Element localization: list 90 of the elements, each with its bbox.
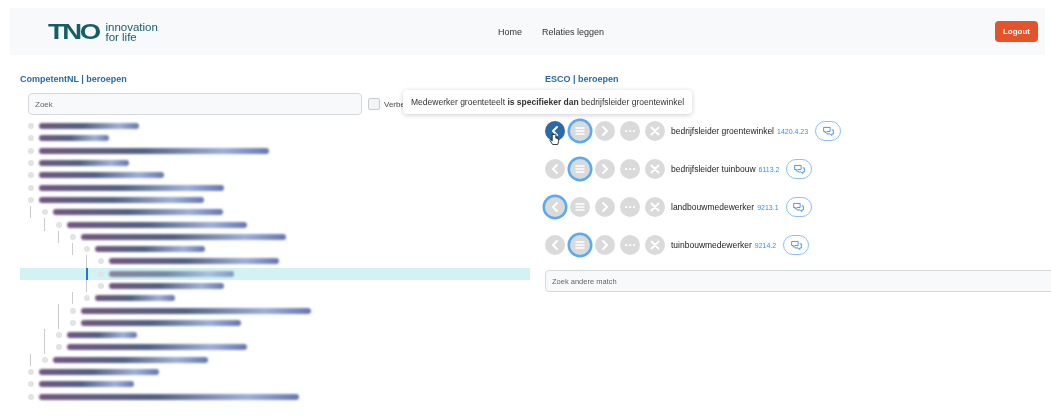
- logo-mark: TNO: [48, 18, 99, 45]
- nav-link[interactable]: Relaties leggen: [542, 26, 605, 37]
- match-name: tuinbouwmedewerker: [671, 240, 752, 250]
- tree-bullet-icon[interactable]: [98, 258, 104, 265]
- blurred-tree-item[interactable]: [39, 123, 139, 130]
- tree-bullet-icon[interactable]: [84, 295, 90, 302]
- more-button[interactable]: [620, 159, 640, 179]
- hand-cursor-icon: [549, 133, 560, 146]
- tree-bullet-icon[interactable]: [70, 307, 76, 314]
- panel-title: CompetentNL | beroepen: [20, 74, 128, 86]
- none-button[interactable]: [645, 197, 665, 217]
- dots-icon: [624, 167, 636, 171]
- blurred-tree-item[interactable]: [95, 295, 175, 302]
- blurred-tree-item[interactable]: [81, 307, 311, 314]
- blurred-tree-item[interactable]: [39, 147, 269, 154]
- blurred-tree-item[interactable]: [53, 209, 223, 216]
- blurred-tree-item[interactable]: [67, 332, 137, 339]
- panel-title: ESCO | beroepen: [545, 74, 620, 86]
- match-name: bedrijfsleider tuinbouw: [671, 164, 756, 174]
- chat-icon: [792, 162, 806, 176]
- blurred-tree-item[interactable]: [39, 369, 159, 376]
- tree-bullet-icon[interactable]: [56, 221, 62, 228]
- blurred-tree-item[interactable]: [39, 160, 129, 167]
- equal-button[interactable]: [570, 159, 590, 179]
- comment-button[interactable]: [783, 235, 810, 255]
- dots-icon: [624, 129, 636, 133]
- blurred-tree-item[interactable]: [109, 258, 279, 265]
- blurred-tree-item[interactable]: [39, 196, 204, 203]
- logo-tagline: innovation: [105, 21, 158, 32]
- none-button[interactable]: [645, 235, 665, 255]
- none-button[interactable]: [645, 159, 665, 179]
- blurred-tree-item[interactable]: [39, 184, 224, 191]
- blurred-tree-item[interactable]: [81, 233, 286, 240]
- chat-icon: [789, 238, 803, 252]
- blurred-tree-item[interactable]: [39, 135, 109, 142]
- next-button[interactable]: [595, 197, 615, 217]
- blurred-tree-item[interactable]: [67, 344, 247, 351]
- blurred-tree-item[interactable]: [81, 319, 241, 326]
- logo-tagline: for life: [105, 31, 137, 42]
- more-button[interactable]: [620, 235, 640, 255]
- chat-icon: [821, 124, 835, 138]
- none-button[interactable]: [645, 121, 665, 141]
- tooltip: Medewerker groenteteelt is specifieker dan bedrijfsleider groentewinkel: [403, 90, 693, 114]
- chat-icon: [792, 200, 806, 214]
- tree-bullet-icon[interactable]: [28, 393, 34, 400]
- equal-button[interactable]: [570, 121, 590, 141]
- tree-bullet-icon[interactable]: [28, 196, 34, 203]
- tree-bullet-icon[interactable]: [28, 184, 34, 191]
- blurred-tree-item[interactable]: [39, 381, 134, 388]
- tree-bullet-icon[interactable]: [56, 332, 62, 339]
- tree-bullet-icon[interactable]: [42, 356, 48, 363]
- checkbox[interactable]: [368, 98, 380, 110]
- blurred-tree-item[interactable]: [39, 393, 299, 400]
- blurred-tree-item[interactable]: [53, 356, 208, 363]
- next-button[interactable]: [595, 235, 615, 255]
- tree-bullet-icon[interactable]: [98, 283, 104, 289]
- tree-bullet-icon[interactable]: [70, 233, 76, 240]
- comment-button[interactable]: [785, 197, 812, 217]
- next-button[interactable]: [595, 121, 615, 141]
- dots-icon: [624, 205, 636, 209]
- blurred-tree-item[interactable]: [67, 221, 247, 228]
- comment-button[interactable]: [786, 159, 813, 179]
- equal-button[interactable]: [570, 235, 590, 255]
- tree-bullet-icon[interactable]: [28, 147, 34, 154]
- tree-bullet-icon[interactable]: [70, 319, 76, 326]
- search-field[interactable]: Zoek: [28, 93, 362, 115]
- more-button[interactable]: [620, 197, 640, 217]
- more-button[interactable]: [620, 121, 640, 141]
- blurred-tree-item[interactable]: [109, 270, 234, 277]
- comment-button[interactable]: [815, 121, 842, 141]
- tree-bullet-icon[interactable]: [42, 209, 48, 216]
- logout-button[interactable]: Logout: [994, 21, 1038, 42]
- tree-bullet-icon[interactable]: [84, 246, 90, 253]
- match-name: landbouwmedewerker: [671, 202, 755, 212]
- tree-bullet-icon[interactable]: [56, 344, 62, 351]
- prev-button[interactable]: [545, 121, 565, 141]
- blurred-tree-item[interactable]: [39, 172, 164, 179]
- tree-bullet-icon[interactable]: [28, 160, 34, 167]
- tree-bullet-icon[interactable]: [28, 172, 34, 179]
- tree-bullet-icon[interactable]: [28, 381, 34, 388]
- equal-button[interactable]: [570, 197, 590, 217]
- tree-bullet-icon[interactable]: [28, 369, 34, 376]
- match-name: bedrijfsleider groentewinkel: [671, 126, 774, 136]
- blurred-tree-item[interactable]: [95, 246, 205, 253]
- next-button[interactable]: [595, 159, 615, 179]
- nav-link[interactable]: Home: [498, 26, 522, 37]
- tree-bullet-icon[interactable]: [28, 123, 34, 130]
- blurred-tree-item[interactable]: [109, 283, 224, 289]
- tree-bullet-icon[interactable]: [28, 135, 34, 142]
- dots-icon: [624, 243, 636, 247]
